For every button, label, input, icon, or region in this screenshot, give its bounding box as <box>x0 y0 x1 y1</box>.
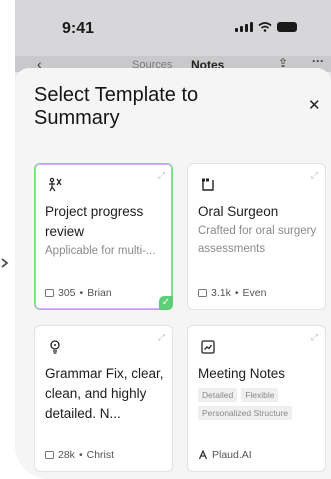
template-author: Plaud.AI <box>212 449 252 461</box>
plaud-logo-icon <box>198 450 208 460</box>
chart-icon <box>201 340 215 354</box>
sheet-title: Select Template to Summary <box>34 84 199 129</box>
separator-dot: • <box>79 287 84 299</box>
uses-icon <box>198 289 207 297</box>
template-name: Oral Surgeon <box>198 204 279 219</box>
wifi-icon <box>258 22 272 32</box>
status-bar: 9:41 <box>15 0 331 58</box>
template-name: Meeting Notes <box>198 366 286 381</box>
template-author: Even <box>242 287 267 299</box>
quote-icon <box>202 178 214 191</box>
template-meta: 305 • Brian <box>45 287 112 299</box>
expand-icon[interactable]: ⤢ <box>158 170 165 181</box>
selected-check-icon: ✓ <box>159 296 173 310</box>
status-time: 9:41 <box>62 20 95 37</box>
close-icon[interactable]: ✕ <box>308 96 321 114</box>
template-card-project-progress[interactable]: ⤢ Project progress review Applicable for… <box>34 163 173 310</box>
separator-dot: • <box>234 287 239 299</box>
template-count: 28k <box>58 449 75 461</box>
tag-personalized-structure: Personalized Structure <box>198 406 292 420</box>
template-name: Grammar Fix, clear, clean, and highly de… <box>45 366 164 421</box>
lightbulb-icon <box>50 340 60 354</box>
template-card-meeting-notes[interactable]: ⤢ Meeting Notes Detailed Flexible Person… <box>187 325 326 472</box>
signal-icon <box>235 22 253 32</box>
uses-icon <box>45 451 54 459</box>
template-count: 305 <box>58 287 76 299</box>
template-meta: 28k • Christ <box>45 449 114 461</box>
carousel-arrow-icon[interactable] <box>0 255 10 271</box>
tag-flexible: Flexible <box>241 388 279 402</box>
expand-icon[interactable]: ⤢ <box>158 332 165 343</box>
template-card-oral-surgeon[interactable]: ⤢ Oral Surgeon Crafted for oral surgery … <box>187 163 326 310</box>
phone-frame: 9:41 ‹ Sources Notes ⇪ ··· Select Templa… <box>15 0 331 479</box>
template-tags: Detailed Flexible Personalized Structure <box>198 388 328 420</box>
template-desc: Crafted for oral surgery assessments <box>198 225 317 255</box>
template-card-grammar-fix[interactable]: ⤢ Grammar Fix, clear, clean, and highly … <box>34 325 173 472</box>
template-name: Project progress review <box>45 204 144 239</box>
status-icons <box>235 22 297 32</box>
stage: 9:41 ‹ Sources Notes ⇪ ··· Select Templa… <box>0 0 331 479</box>
scissors-person-icon <box>49 177 62 192</box>
template-count: 3.1k <box>211 287 231 299</box>
template-sheet: Select Template to Summary ✕ ⤢ Project p… <box>15 68 331 479</box>
template-meta: Plaud.AI <box>198 449 252 461</box>
template-desc: Applicable for multi-... <box>45 245 156 257</box>
template-author: Christ <box>86 449 115 461</box>
battery-icon <box>277 22 297 32</box>
expand-icon[interactable]: ⤢ <box>311 170 318 181</box>
template-meta: 3.1k • Even <box>198 287 266 299</box>
tag-detailed: Detailed <box>198 388 238 402</box>
expand-icon[interactable]: ⤢ <box>311 332 318 343</box>
uses-icon <box>45 289 54 297</box>
template-author: Brian <box>87 287 112 299</box>
more-icon[interactable]: ··· <box>312 54 324 68</box>
separator-dot: • <box>78 449 83 461</box>
